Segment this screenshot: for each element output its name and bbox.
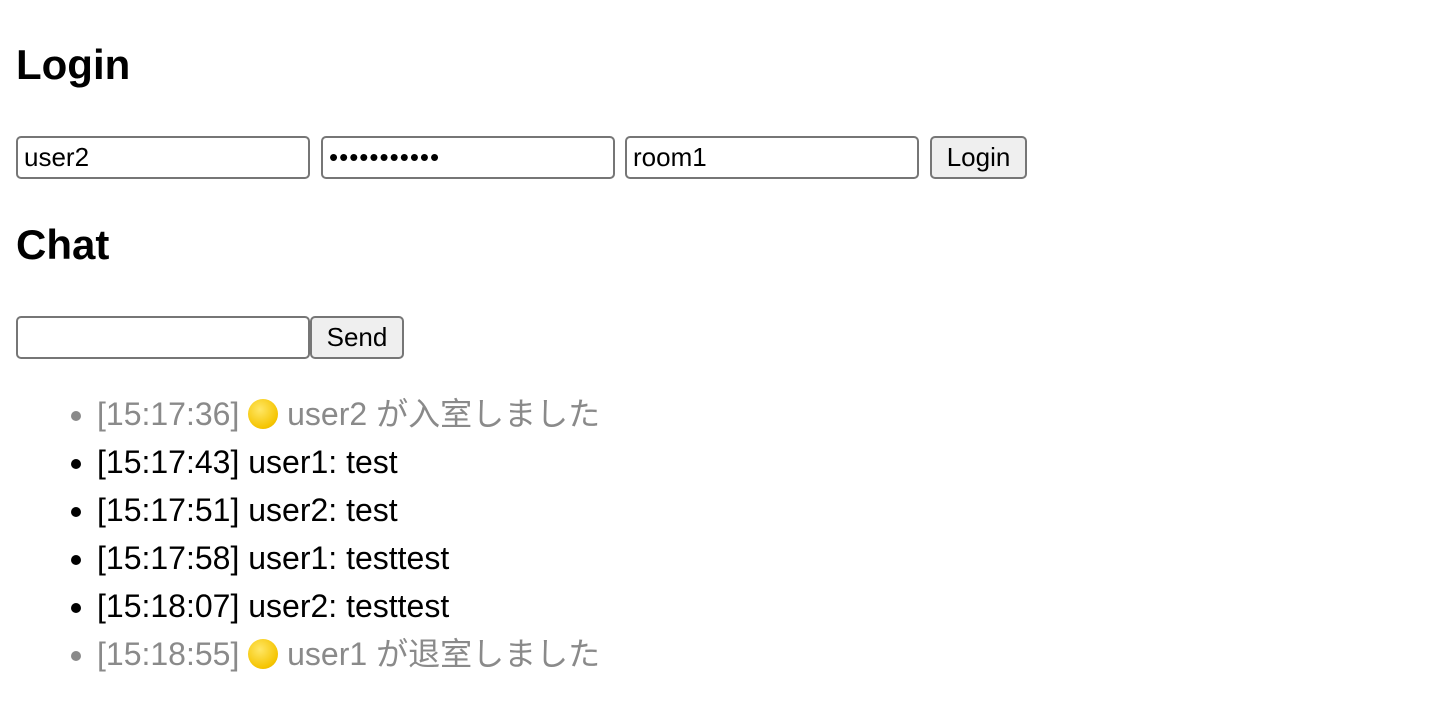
message-text: user2: test [248,492,398,528]
message-time: [15:17:43] [97,444,240,480]
message-time: [15:17:58] [97,540,240,576]
message-item: [15:17:51] user2: test [97,486,600,534]
message-time: [15:17:36] [97,396,240,432]
message-text: user2: testtest [248,588,450,624]
page: Login Login Chat Send [15:17:36] user2 が… [0,0,1442,724]
message-time: [15:18:07] [97,588,240,624]
message-time: [15:17:51] [97,492,240,528]
username-input[interactable] [16,136,310,179]
message-item: [15:18:07] user2: testtest [97,582,600,630]
message-list: [15:17:36] user2 が入室しました [15:17:43] user… [0,390,600,678]
message-text: user1 が退室しました [287,636,601,672]
message-item: [15:17:58] user1: testtest [97,534,600,582]
login-heading: Login [16,41,131,88]
message-text: user2 が入室しました [287,396,601,432]
message-input[interactable] [16,316,310,359]
message-item: [15:17:36] user2 が入室しました [97,390,600,438]
login-button[interactable]: Login [930,136,1027,179]
yellow-circle-icon [248,639,279,669]
message-text: user1: testtest [248,540,450,576]
message-item: [15:18:55] user1 が退室しました [97,630,600,678]
message-time: [15:18:55] [97,636,240,672]
send-button[interactable]: Send [310,316,404,359]
yellow-circle-icon [248,399,279,429]
message-text: user1: test [248,444,398,480]
message-item: [15:17:43] user1: test [97,438,600,486]
chat-heading: Chat [16,221,110,268]
room-input[interactable] [625,136,919,179]
password-input[interactable] [321,136,615,179]
